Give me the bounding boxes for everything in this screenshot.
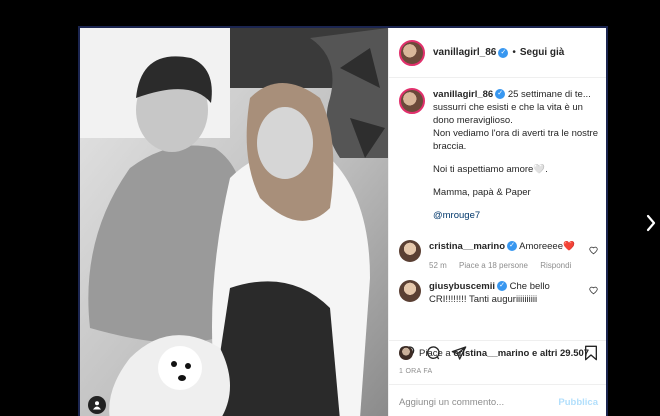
add-comment-bar: Aggiungi un commento... Pubblica: [389, 384, 606, 416]
likes-prefix: Piace a: [419, 347, 451, 359]
publish-button[interactable]: Pubblica: [558, 397, 598, 408]
photo-illustration: [80, 28, 388, 416]
commenter-username[interactable]: cristina__marino: [429, 241, 505, 252]
separator-dot: •: [512, 47, 516, 58]
commenter-avatar[interactable]: [399, 280, 421, 302]
verified-badge-icon: ✓: [507, 241, 518, 252]
comment-item: giusybuscemii ✓ Che bello CRI!!!!!!!! Tan…: [399, 280, 598, 306]
author-avatar[interactable]: [399, 39, 425, 66]
verified-badge-icon: ✓: [498, 47, 509, 58]
like-comment-heart-icon[interactable]: [589, 286, 598, 295]
author-username[interactable]: vanillagirl_86: [433, 47, 496, 58]
follow-button[interactable]: Segui già: [520, 47, 564, 58]
liker-avatar[interactable]: [399, 346, 413, 360]
reply-button[interactable]: Rispondi: [540, 261, 571, 270]
likes-summary: Piace a cristina__marino e altri 29.507: [399, 346, 598, 360]
commenter-username[interactable]: giusybuscemii: [429, 281, 495, 292]
comment-time[interactable]: 52 m: [429, 261, 447, 270]
verified-badge-icon: ✓: [495, 89, 506, 100]
comment-likes[interactable]: Piace a 18 persone: [459, 261, 528, 270]
likes-others[interactable]: e altri 29.507: [532, 348, 589, 359]
comments-list: vanillagirl_86 ✓ 25 settimane di te... su…: [389, 78, 606, 340]
caption-username[interactable]: vanillagirl_86: [433, 89, 493, 100]
caption-line: Non vediamo l'ora di averti tra le nostr…: [433, 128, 598, 152]
post-header: vanillagirl_86 ✓ • Segui già: [389, 28, 606, 78]
caption-line: Mamma, papà & Paper: [433, 187, 531, 198]
like-comment-heart-icon[interactable]: [589, 246, 598, 255]
mention-link[interactable]: @mrouge7: [433, 210, 480, 221]
post-side-panel: vanillagirl_86 ✓ • Segui già vanillagirl…: [388, 28, 606, 416]
comment-text: Amoreeee❤️: [519, 241, 575, 252]
post-modal: vanillagirl_86 ✓ • Segui già vanillagirl…: [78, 26, 608, 416]
caption: vanillagirl_86 ✓ 25 settimane di te... su…: [399, 88, 598, 232]
verified-badge-icon: ✓: [497, 281, 507, 292]
next-post-chevron-icon[interactable]: [646, 214, 656, 237]
liker-username[interactable]: cristina__marino: [453, 348, 529, 359]
caption-text: vanillagirl_86 ✓ 25 settimane di te... su…: [433, 88, 598, 232]
comment-item: cristina__marino ✓ Amoreeee❤️ 52 m Piace …: [399, 240, 598, 272]
caption-line: Noi ti aspettiamo amore🤍.: [433, 164, 548, 175]
comment-input[interactable]: Aggiungi un commento...: [399, 397, 558, 408]
commenter-avatar[interactable]: [399, 240, 421, 262]
tagged-people-icon[interactable]: [88, 396, 106, 414]
post-timestamp[interactable]: 1 ORA FA: [399, 368, 433, 375]
caption-author-avatar[interactable]: [399, 88, 425, 114]
post-photo[interactable]: [80, 28, 388, 416]
